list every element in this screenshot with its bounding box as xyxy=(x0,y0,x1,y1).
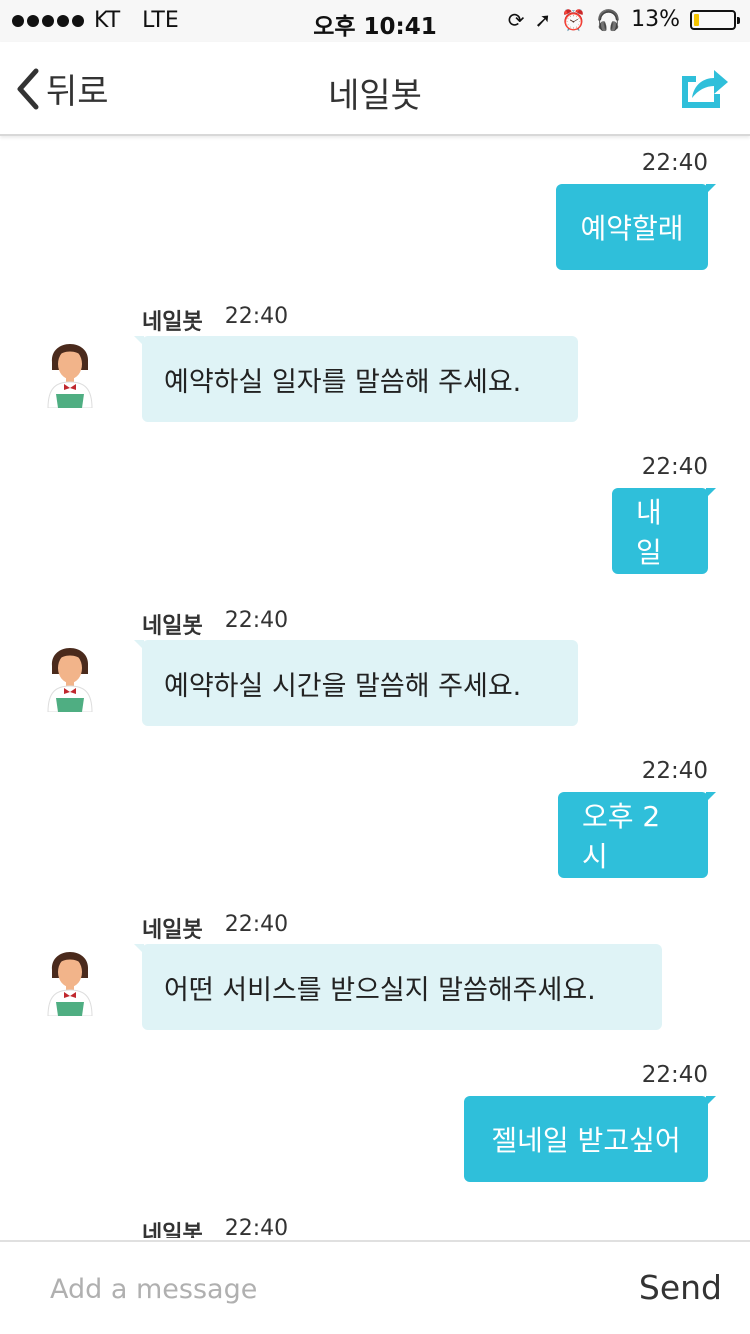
battery-level-fill xyxy=(694,13,699,26)
message-time: 22:40 xyxy=(224,608,289,633)
headphones-icon: 🎧 xyxy=(596,7,622,32)
send-button[interactable]: Send xyxy=(639,1268,722,1307)
bot-name: 네일봇 xyxy=(142,1222,203,1238)
alarm-clock-icon: ⏰ xyxy=(561,7,587,32)
bot-avatar xyxy=(47,344,93,408)
bot-name: 네일봇 xyxy=(142,918,203,943)
bot-message-header: 네일봇 22:40 xyxy=(142,304,288,336)
message-time: 22:40 xyxy=(641,150,708,176)
share-icon[interactable] xyxy=(678,62,730,110)
bot-name: 네일봇 xyxy=(142,614,203,639)
user-message-bubble: 젤네일 받고싶어 xyxy=(464,1096,716,1182)
bot-message-bubble: 예약하실 시간을 말씀해 주세요. xyxy=(134,640,578,726)
bot-avatar xyxy=(47,648,93,712)
location-arrow-icon: ➚ xyxy=(534,7,552,32)
navigation-bar: 뒤로 네일봇 xyxy=(0,42,750,136)
bot-message-header: 네일봇 22:40 xyxy=(142,1216,288,1238)
user-message-bubble: 오후 2시 xyxy=(558,792,716,878)
bot-message-bubble: 어떤 서비스를 받으실지 말씀해주세요. xyxy=(134,944,662,1030)
message-time: 22:40 xyxy=(224,912,289,937)
bot-avatar xyxy=(47,952,93,1016)
bot-message-bubble: 예약하실 일자를 말씀해 주세요. xyxy=(134,336,578,422)
user-message-bubble: 예약할래 xyxy=(556,184,716,270)
message-input[interactable] xyxy=(50,1266,570,1312)
page-title: 네일봇 xyxy=(328,76,422,116)
battery-icon xyxy=(690,9,740,30)
message-input-bar: Send xyxy=(0,1240,750,1334)
status-icons: ⟳ ➚ ⏰ 🎧 13% xyxy=(507,7,740,32)
message-time: 22:40 xyxy=(224,304,289,329)
message-time: 22:40 xyxy=(641,1062,708,1088)
rotation-lock-icon: ⟳ xyxy=(507,7,525,32)
bot-name: 네일봇 xyxy=(142,310,203,335)
status-bar: KT LTE 오후 10:41 ⟳ ➚ ⏰ 🎧 13% xyxy=(0,0,750,42)
message-time: 22:40 xyxy=(641,758,708,784)
message-time: 22:40 xyxy=(641,454,708,480)
bot-message-header: 네일봇 22:40 xyxy=(142,912,288,944)
user-message-bubble: 내일 xyxy=(612,488,716,574)
chat-transcript[interactable]: 22:40 예약할래 네일봇 22:40 예약하실 일자를 말씀해 주세요. 2… xyxy=(0,138,750,1238)
bot-message-header: 네일봇 22:40 xyxy=(142,608,288,640)
battery-percent: 13% xyxy=(631,7,680,32)
message-time: 22:40 xyxy=(224,1216,289,1238)
